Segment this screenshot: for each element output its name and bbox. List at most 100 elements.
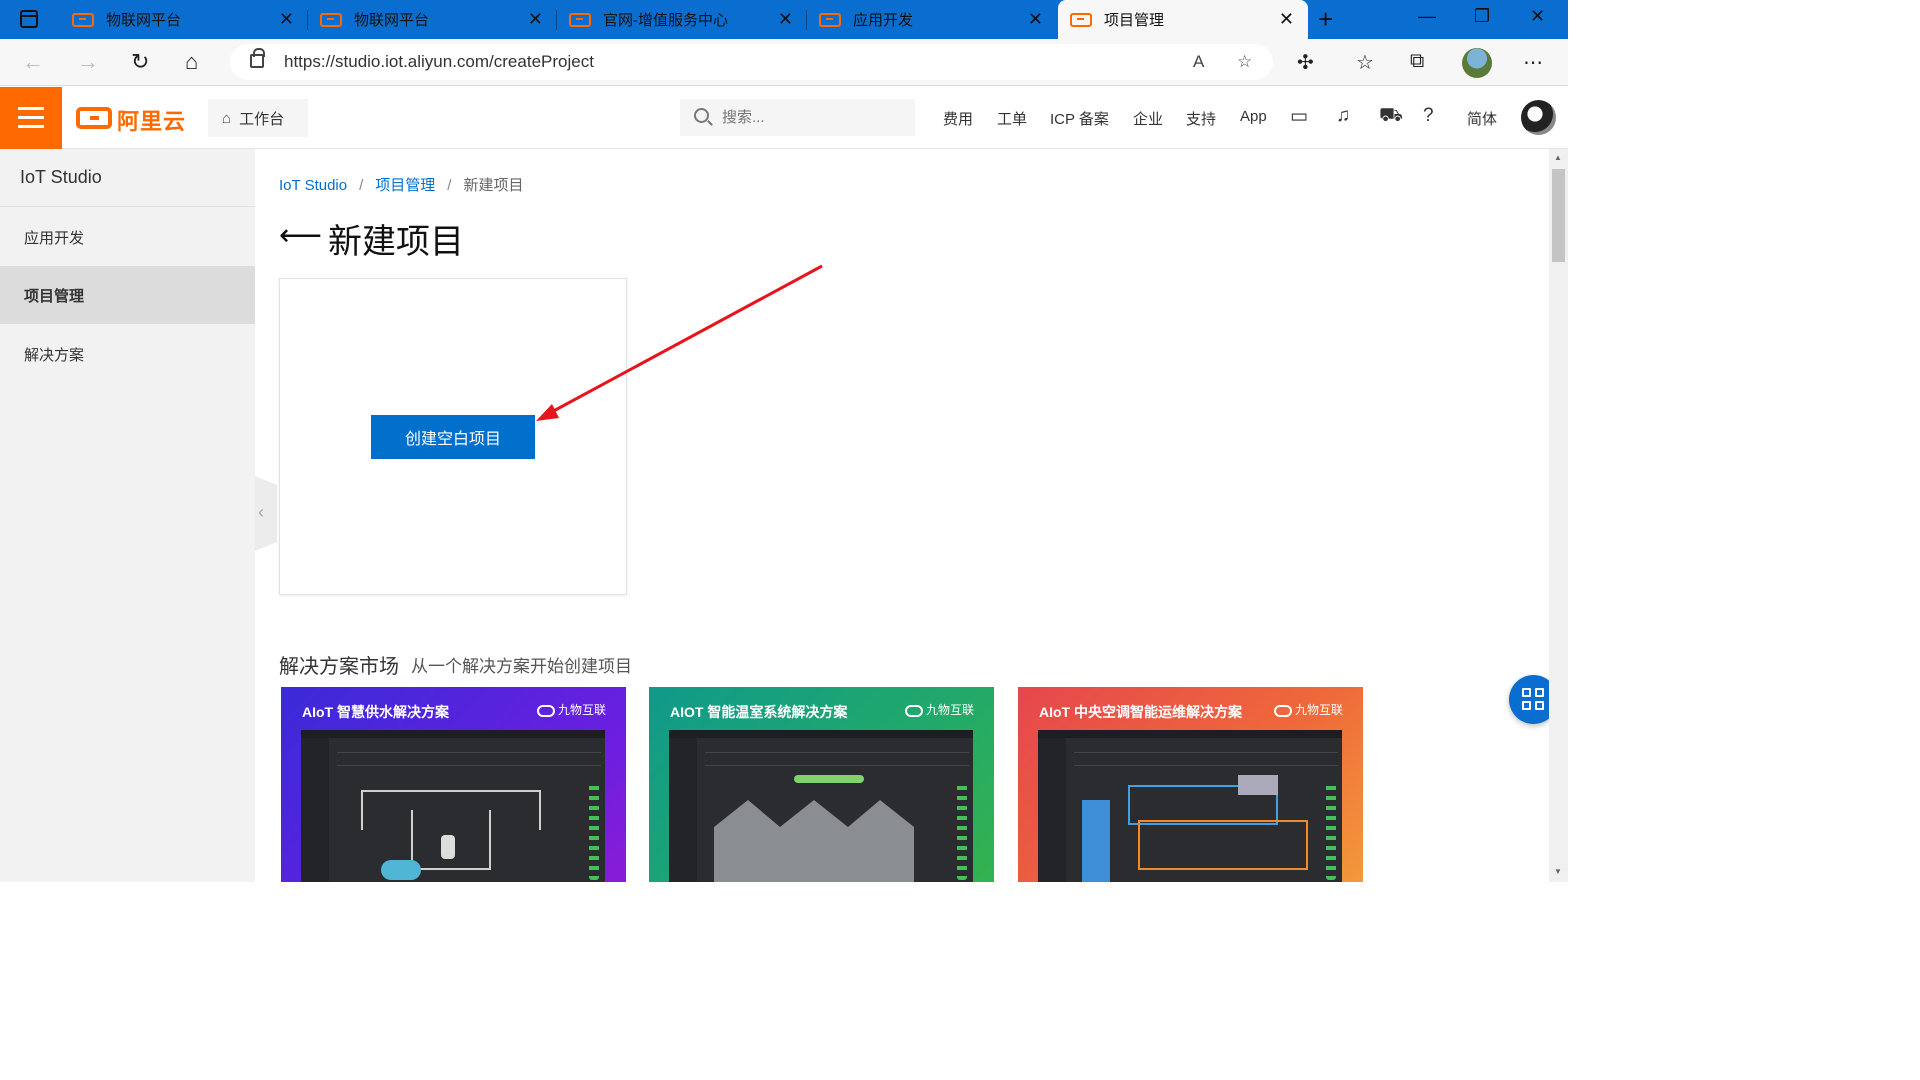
solution-card-central-ac[interactable]: AIoT 中央空调智能运维解决方案 九物互联 [1018,687,1363,882]
sidebar-item-solutions[interactable]: 解决方案 [0,325,255,383]
window-menu-icon[interactable] [20,10,38,28]
refresh-icon[interactable]: ↻ [131,49,149,75]
cart-icon[interactable]: ⛟ [1379,105,1403,129]
add-favorite-icon[interactable]: ☆ [1237,52,1252,72]
close-tab-icon[interactable]: ✕ [279,9,294,30]
url-text: https://studio.iot.aliyun.com/createProj… [284,52,594,71]
chevron-left-icon: ‹ [258,502,264,522]
brand-name: 九物互联 [1294,703,1343,717]
browser-tab-1[interactable]: 物联网平台 ✕ [60,0,308,39]
solution-card-brand: 九物互联 [904,701,974,718]
back-icon[interactable]: ← [22,49,44,75]
home-icon: ⌂ [222,109,232,127]
nav-link-icp[interactable]: ICP 备案 [1050,108,1109,129]
more-menu-icon[interactable]: ⋯ [1523,50,1543,75]
breadcrumb-project-management[interactable]: 项目管理 [375,177,435,194]
lock-icon[interactable] [250,48,265,68]
forward-icon[interactable]: → [77,49,99,75]
brand-name: 九物互联 [925,703,974,717]
search-input[interactable] [722,106,902,128]
collections-icon[interactable]: ⧉ [1410,50,1424,73]
search-box[interactable] [680,99,915,136]
tab-title: 官网-增值服务中心 [603,12,728,29]
sidebar-collapse-handle[interactable]: ‹ [255,476,277,551]
sidebar-item-app-dev[interactable]: 应用开发 [0,208,255,266]
breadcrumb-current: 新建项目 [463,177,524,194]
back-arrow-icon[interactable]: ⟵ [279,218,322,253]
breadcrumb-iot-studio[interactable]: IoT Studio [279,177,347,194]
solution-preview-image [301,730,605,882]
sidebar-title: IoT Studio [20,167,102,187]
scroll-up-icon[interactable]: ▲ [1554,153,1562,162]
url-field[interactable]: https://studio.iot.aliyun.com/createProj… [230,44,1273,80]
scrollbar-thumb[interactable] [1552,169,1565,262]
favorites-icon[interactable]: ☆ [1356,50,1374,75]
brand-name: 九物互联 [557,703,606,717]
nav-link-app[interactable]: App [1240,108,1267,125]
aliyun-favicon-icon [72,12,94,27]
nav-link-fees[interactable]: 费用 [943,108,973,129]
browser-tab-strip: 物联网平台 ✕ 物联网平台 ✕ 官网-增值服务中心 ✕ 应用开发 ✕ 项目管理 … [0,0,1568,39]
minimize-icon[interactable]: — [1418,6,1436,27]
browser-tab-3[interactable]: 官网-增值服务中心 ✕ [557,0,807,39]
solution-card-brand: 九物互联 [536,701,606,718]
browser-tab-4[interactable]: 应用开发 ✕ [807,0,1057,39]
aliyun-favicon-icon [1070,12,1092,27]
restore-icon[interactable]: ❐ [1474,6,1490,27]
solution-market-subtitle: 从一个解决方案开始创建项目 [411,657,632,676]
profile-avatar[interactable] [1462,48,1492,78]
breadcrumb: IoT Studio / 项目管理 / 新建项目 [279,174,523,195]
brand-cloud-icon [1273,704,1292,717]
solution-card-title: AIOT 智能温室系统解决方案 [670,704,848,720]
tab-title: 物联网平台 [106,12,182,29]
workbench-label: 工作台 [239,110,285,128]
bell-icon[interactable]: ♫ [1336,105,1350,127]
sidebar: IoT Studio 应用开发 项目管理 解决方案 [0,149,255,882]
sidebar-item-label: 解决方案 [24,346,85,364]
breadcrumb-separator: / [359,177,364,194]
terminal-icon[interactable]: ▭ [1290,105,1308,128]
scroll-down-icon[interactable]: ▼ [1554,867,1562,876]
nav-link-support[interactable]: 支持 [1186,108,1216,129]
read-aloud-icon[interactable]: A [1193,52,1204,72]
close-tab-icon[interactable]: ✕ [778,9,793,30]
aliyun-favicon-icon [320,12,342,27]
sidebar-item-label: 应用开发 [24,229,85,247]
aliyun-logo-icon[interactable] [76,107,112,129]
nav-link-enterprise[interactable]: 企业 [1133,108,1163,129]
home-icon[interactable]: ⌂ [185,49,198,75]
brand-cloud-icon [536,704,555,717]
nav-link-tickets[interactable]: 工单 [997,108,1027,129]
menu-icon[interactable] [0,87,62,149]
close-tab-icon[interactable]: ✕ [1028,9,1043,30]
solution-card-brand: 九物互联 [1273,701,1343,718]
browser-tab-2[interactable]: 物联网平台 ✕ [308,0,557,39]
tab-title: 项目管理 [1104,12,1165,29]
aliyun-favicon-icon [569,12,591,27]
sidebar-item-label: 项目管理 [24,287,85,305]
user-avatar[interactable] [1521,100,1556,135]
language-switch[interactable]: 简体 [1467,108,1497,129]
solution-card-water-supply[interactable]: AIoT 智慧供水解决方案 九物互联 [281,687,626,882]
help-icon[interactable]: ? [1423,105,1434,127]
close-tab-icon[interactable]: ✕ [1279,9,1294,30]
tab-title: 应用开发 [853,12,914,29]
solution-card-title: AIoT 中央空调智能运维解决方案 [1039,704,1242,720]
sidebar-divider [0,206,255,207]
solution-card-title: AIoT 智慧供水解决方案 [302,704,449,720]
new-tab-icon[interactable]: + [1318,4,1333,35]
sidebar-item-project-management[interactable]: 项目管理 [0,266,255,324]
logo-text[interactable]: 阿里云 [117,104,186,136]
browser-tab-5-active[interactable]: 项目管理 ✕ [1058,0,1308,39]
close-window-icon[interactable]: ✕ [1530,6,1545,27]
vertical-scrollbar[interactable]: ▲ ▼ [1549,149,1568,882]
extensions-icon[interactable]: ✣ [1297,50,1314,75]
solution-card-greenhouse[interactable]: AIOT 智能温室系统解决方案 九物互联 [649,687,994,882]
address-bar-row: ← → ↻ ⌂ https://studio.iot.aliyun.com/cr… [0,39,1568,86]
close-tab-icon[interactable]: ✕ [528,9,543,30]
workbench-button[interactable]: ⌂ 工作台 [208,99,308,137]
tab-title: 物联网平台 [354,12,430,29]
breadcrumb-separator: / [447,177,452,194]
brand-cloud-icon [904,704,923,717]
create-blank-project-button[interactable]: 创建空白项目 [371,415,535,459]
